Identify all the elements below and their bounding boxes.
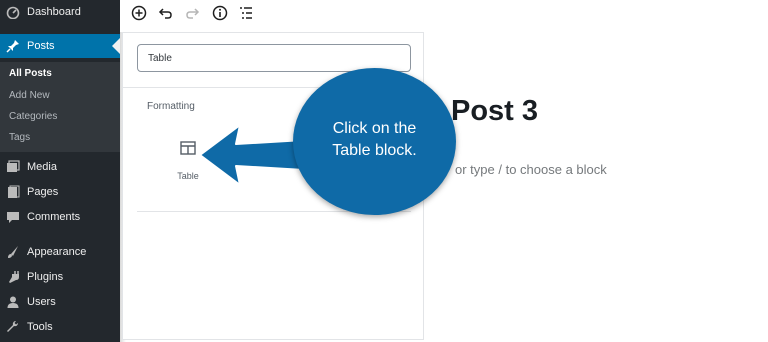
sidebar-item-label: Plugins bbox=[27, 271, 64, 283]
callout-text: Click on the Table block. bbox=[293, 118, 456, 162]
add-block-button[interactable] bbox=[128, 4, 150, 26]
sidebar-item-label: Posts bbox=[27, 40, 55, 52]
undo-button[interactable] bbox=[155, 4, 177, 26]
callout-line-1: Click on the bbox=[332, 120, 417, 137]
sidebar-item-media[interactable]: Media bbox=[0, 155, 120, 179]
users-icon bbox=[6, 295, 20, 309]
sidebar-item-label: Pages bbox=[27, 186, 59, 198]
admin-sidebar: Dashboard Posts All Posts Add New Catego… bbox=[0, 0, 120, 342]
outline-button[interactable] bbox=[235, 4, 257, 26]
redo-button[interactable] bbox=[181, 4, 203, 26]
sidebar-item-comments[interactable]: Comments bbox=[0, 205, 120, 229]
undo-icon bbox=[158, 5, 174, 26]
sidebar-item-label: Users bbox=[27, 296, 56, 308]
section-title-formatting: Formatting bbox=[147, 101, 195, 112]
info-button[interactable] bbox=[209, 4, 231, 26]
annotation-arrow bbox=[199, 124, 305, 186]
sidebar-item-label: Tools bbox=[27, 321, 53, 333]
submenu-tags[interactable]: Tags bbox=[9, 132, 30, 143]
media-icon bbox=[6, 160, 20, 174]
add-block-icon bbox=[131, 5, 147, 26]
sidebar-item-label: Comments bbox=[27, 211, 81, 223]
sidebar-item-tools[interactable]: Tools bbox=[0, 315, 120, 339]
sidebar-item-dashboard[interactable]: Dashboard bbox=[0, 0, 120, 24]
posts-submenu: All Posts Add New Categories Tags bbox=[0, 62, 120, 152]
outline-icon bbox=[238, 5, 254, 26]
info-icon bbox=[212, 5, 228, 26]
tools-icon bbox=[6, 320, 20, 334]
search-value: Table bbox=[148, 52, 172, 64]
sidebar-item-label: Dashboard bbox=[27, 6, 81, 18]
sidebar-item-appearance[interactable]: Appearance bbox=[0, 240, 120, 264]
sidebar-item-pages[interactable]: Pages bbox=[0, 180, 120, 204]
sidebar-item-posts[interactable]: Posts bbox=[0, 34, 120, 58]
redo-icon bbox=[184, 5, 200, 26]
comments-icon bbox=[6, 210, 20, 224]
post-title[interactable]: Post 3 bbox=[451, 95, 538, 128]
sidebar-item-users[interactable]: Users bbox=[0, 290, 120, 314]
block-placeholder[interactable]: or type / to choose a block bbox=[455, 162, 607, 177]
submenu-categories[interactable]: Categories bbox=[9, 111, 57, 122]
submenu-add-new[interactable]: Add New bbox=[9, 90, 50, 101]
editor-toolbar bbox=[120, 0, 768, 32]
dashboard-icon bbox=[6, 5, 20, 20]
plugins-icon bbox=[6, 270, 20, 284]
pin-icon bbox=[6, 39, 20, 53]
pages-icon bbox=[6, 185, 20, 199]
callout-line-2: Table block. bbox=[332, 142, 417, 159]
sidebar-item-plugins[interactable]: Plugins bbox=[0, 265, 120, 289]
active-indicator bbox=[112, 38, 120, 54]
table-icon bbox=[179, 139, 197, 162]
sidebar-item-label: Appearance bbox=[27, 246, 87, 258]
submenu-all-posts[interactable]: All Posts bbox=[9, 68, 52, 79]
appearance-icon bbox=[6, 245, 20, 259]
sidebar-item-label: Media bbox=[27, 161, 57, 173]
instruction-callout: Click on the Table block. bbox=[293, 68, 456, 215]
